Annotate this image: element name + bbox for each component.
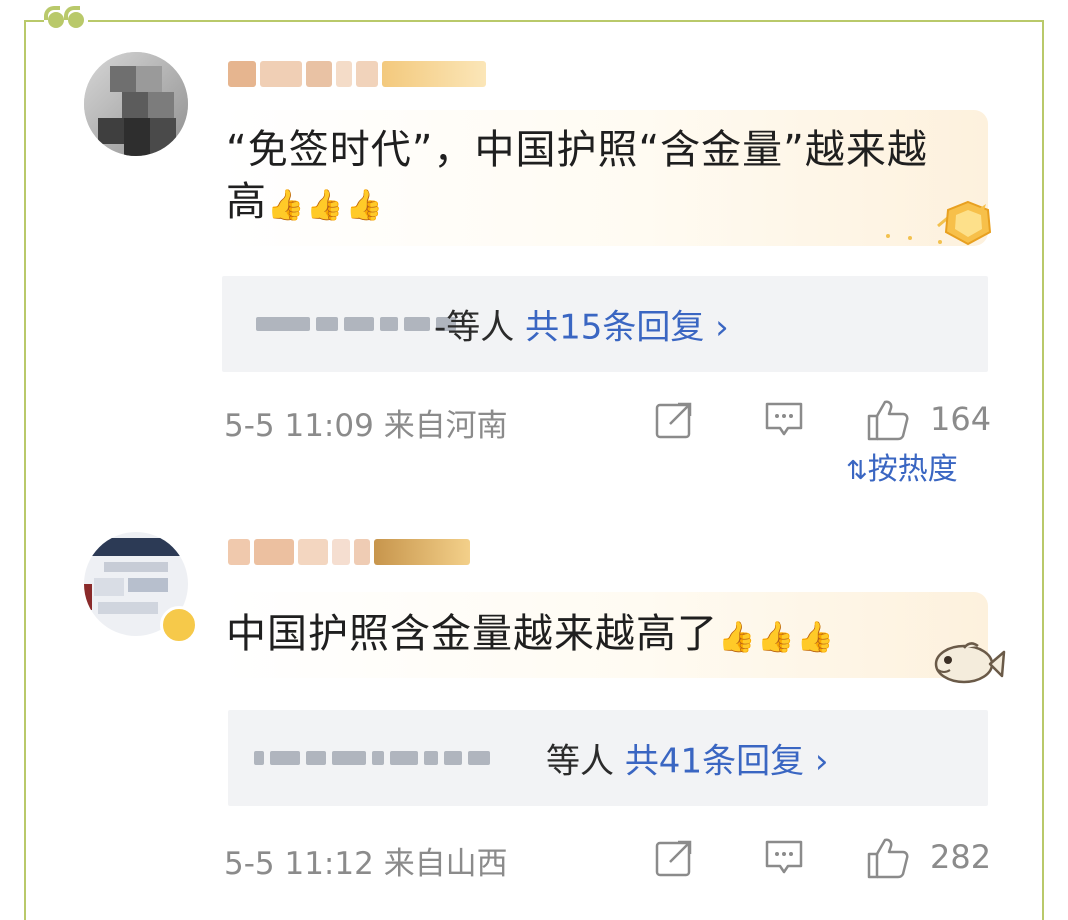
- thumbs-up-emoji: 👍👍👍: [718, 620, 837, 655]
- comment-time: 5-5 11:12: [224, 846, 374, 882]
- quote-mark-icon: [44, 6, 88, 32]
- vip-badge-icon: [160, 606, 198, 644]
- avatar[interactable]: [84, 52, 188, 156]
- sort-toggle[interactable]: ⇅按热度: [846, 444, 958, 488]
- reply-usernames-blurred: [256, 276, 456, 372]
- comment-icon[interactable]: [764, 838, 804, 878]
- reply-preview[interactable]: -等人 共15条回复 ›: [222, 276, 988, 372]
- like-count: 164: [930, 400, 992, 438]
- like-icon[interactable]: [866, 836, 910, 880]
- username-blurred[interactable]: [228, 534, 478, 570]
- medal-badge-icon: [886, 200, 992, 246]
- comment-content: 中国护照含金量越来越高了: [226, 611, 718, 657]
- share-icon[interactable]: [654, 838, 694, 878]
- comment-icon[interactable]: [764, 400, 804, 440]
- thumbs-up-emoji: 👍👍👍: [267, 188, 386, 223]
- reply-count-link[interactable]: 共41条回复 ›: [625, 742, 829, 782]
- reply-count-link[interactable]: 共15条回复 ›: [525, 308, 729, 348]
- comment-meta: 5-5 11:09 来自河南: [224, 400, 508, 445]
- username-blurred[interactable]: [228, 56, 498, 92]
- reply-usernames-blurred: [254, 710, 490, 806]
- fish-sticker-icon: [934, 642, 1006, 684]
- comment-location: 来自河南: [383, 408, 508, 444]
- sort-label: 按热度: [867, 452, 958, 487]
- reply-preview[interactable]: 等人 共41条回复 ›: [228, 710, 988, 806]
- reply-suffix: -等人: [434, 307, 515, 348]
- comment-text: “免签时代”，中国护照“含金量”越来越高👍👍👍: [226, 124, 966, 232]
- comment-location: 来自山西: [383, 846, 508, 882]
- reply-suffix: 等人: [546, 741, 614, 782]
- comment-time: 5-5 11:09: [224, 408, 374, 444]
- like-count: 282: [930, 838, 992, 876]
- comment-meta: 5-5 11:12 来自山西: [224, 838, 508, 883]
- share-icon[interactable]: [654, 400, 694, 440]
- comment-text: 中国护照含金量越来越高了👍👍👍: [226, 608, 966, 664]
- like-icon[interactable]: [866, 398, 910, 442]
- sort-icon: ⇅: [846, 456, 868, 486]
